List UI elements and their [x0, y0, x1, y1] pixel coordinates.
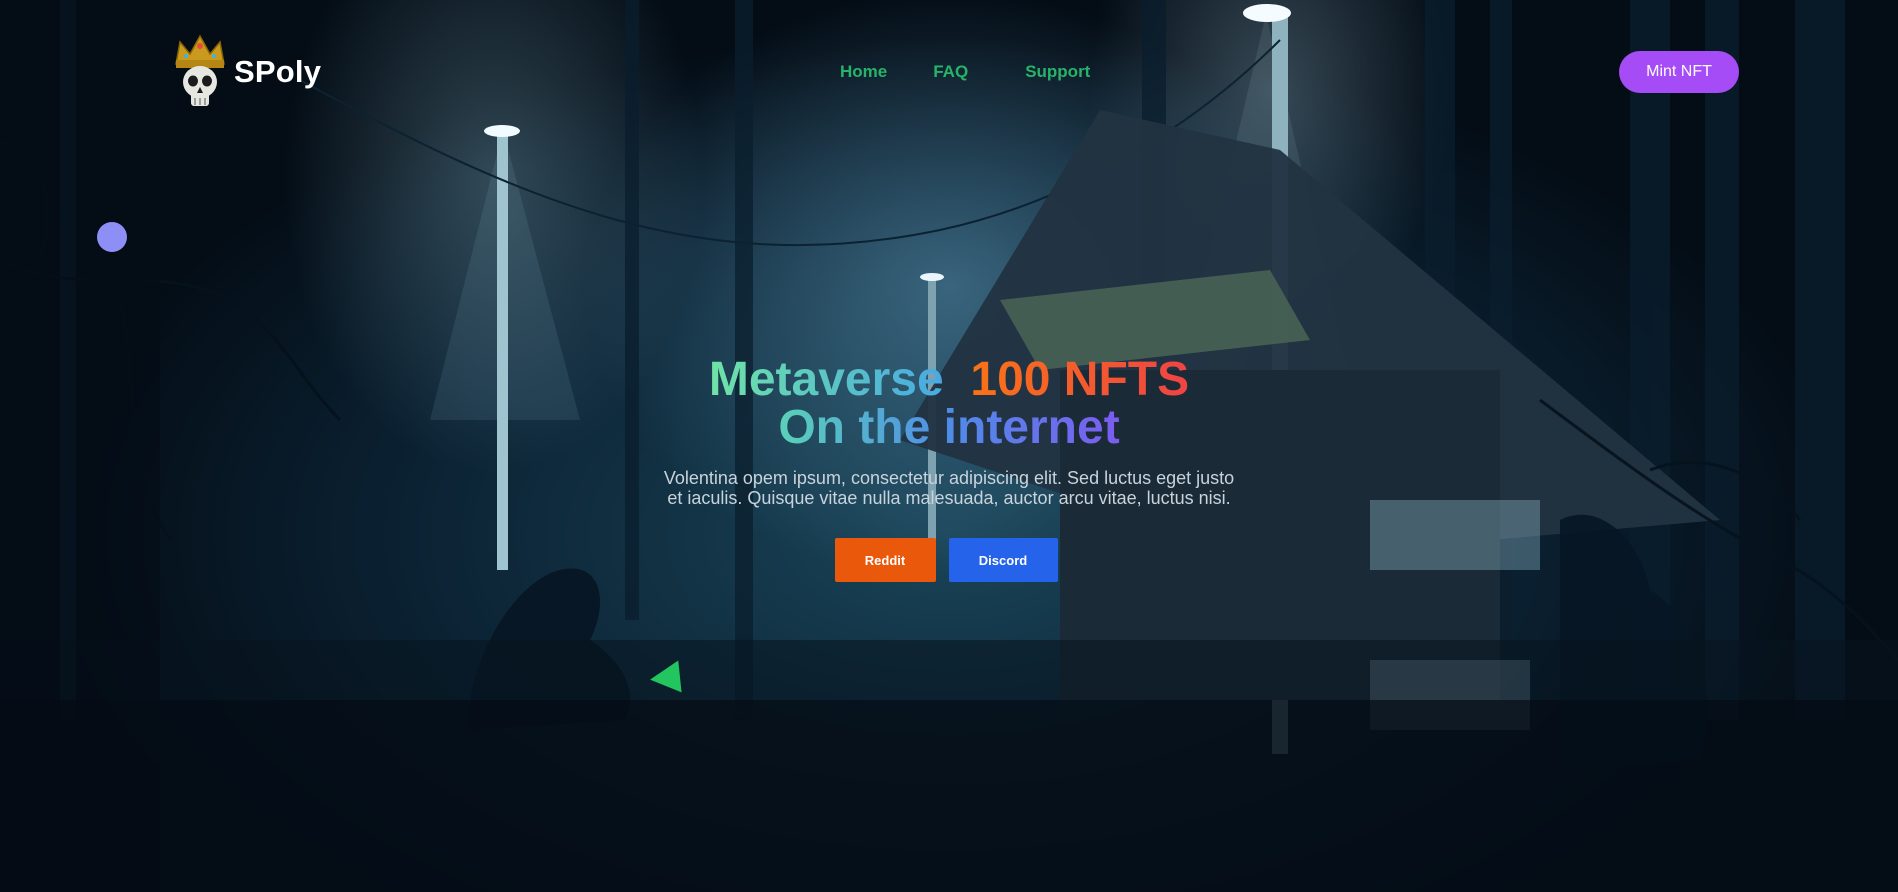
hero-buttons: Reddit Discord: [0, 538, 1898, 582]
hero-description: Volentina opem ipsum, consectetur adipis…: [663, 468, 1235, 508]
hero-title-internet: On the internet: [778, 401, 1120, 454]
hero-title-metaverse: Metaverse: [708, 353, 944, 406]
hero-title-line-1: Metaverse 100 NFTS: [0, 356, 1898, 404]
discord-button[interactable]: Discord: [948, 538, 1058, 582]
hero-title-line-2: On the internet: [0, 404, 1898, 452]
hero-section: Metaverse 100 NFTS On the internet Volen…: [0, 356, 1898, 582]
decor-triangle: [648, 660, 682, 696]
reddit-button[interactable]: Reddit: [834, 538, 936, 582]
hero-title-nft-count: 100 NFTS: [970, 353, 1190, 406]
brand-logo[interactable]: SPoly: [172, 34, 321, 110]
main-nav: Home FAQ Support: [840, 62, 1090, 82]
mint-nft-button[interactable]: Mint NFT: [1619, 51, 1739, 93]
nav-link-support[interactable]: Support: [1025, 62, 1090, 82]
nav-link-home[interactable]: Home: [840, 62, 887, 82]
crowned-skull-icon: [175, 34, 225, 106]
decor-circle: [97, 222, 127, 252]
nav-link-faq[interactable]: FAQ: [933, 62, 968, 82]
brand-name: SPoly: [234, 54, 322, 89]
landing-page: SPoly Home FAQ Support Mint NFT Metavers…: [0, 0, 1898, 892]
